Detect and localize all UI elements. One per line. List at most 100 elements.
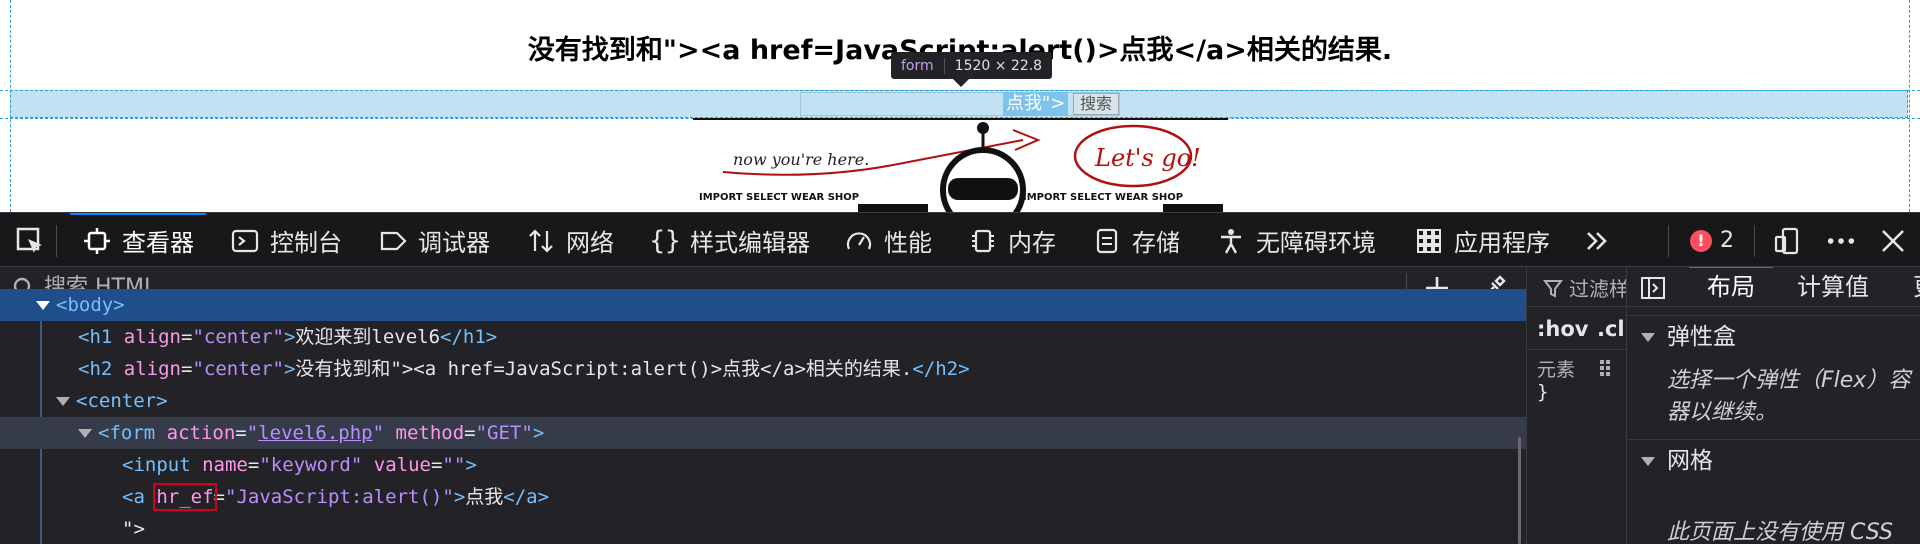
banner-note: now you're here. — [733, 150, 869, 169]
flexbox-section-header[interactable]: 弹性盒 — [1627, 315, 1920, 357]
devtools-menu-button[interactable] — [1826, 213, 1856, 268]
tab-style-editor[interactable]: {} 样式编辑器 — [649, 213, 810, 268]
filter-icon — [1543, 280, 1563, 298]
rules-view: 过滤样 :hov .cl 元素 } — [1526, 267, 1626, 544]
devtools-panel: 查看器 控制台 调试器 网络 {} 样式编辑器 性能 内存 存储 无障碍环境 应… — [0, 212, 1920, 544]
responsive-design-icon — [1772, 226, 1802, 256]
highlighter-tooltip: form 1520 × 22.8 — [891, 52, 1053, 79]
pick-element-button[interactable] — [14, 213, 46, 268]
close-devtools-button[interactable] — [1878, 213, 1908, 268]
element-rule-label: 元素 — [1537, 359, 1576, 381]
console-icon — [230, 226, 260, 256]
tab-performance[interactable]: 性能 — [844, 213, 932, 268]
tab-accessibility[interactable]: 无障碍环境 — [1216, 213, 1376, 268]
tab-label: 性能 — [884, 229, 932, 257]
tab-console[interactable]: 控制台 — [230, 213, 342, 268]
more-tools-button[interactable] — [1582, 213, 1612, 268]
chevron-double-right-icon — [1582, 226, 1612, 256]
tree-row-text[interactable]: "> — [0, 513, 1526, 544]
flexbox-note: 选择一个弹性（Flex）容器以继续。 — [1667, 368, 1911, 425]
banner-shop-right: IMPORT SELECT WEAR SHOP — [1023, 192, 1183, 203]
input-name: keyword — [270, 454, 351, 476]
vertical-scrollbar[interactable] — [1518, 437, 1521, 544]
rules-filter-bar: 过滤样 — [1527, 267, 1626, 307]
banner-illustration: now you're here. Let's go! IMPORT SELECT… — [699, 122, 1223, 212]
responsive-design-button[interactable] — [1772, 213, 1802, 268]
tab-computed[interactable]: 计算值 — [1797, 267, 1869, 307]
flexbox-title: 弹性盒 — [1667, 324, 1736, 350]
form-method: GET — [487, 422, 522, 444]
tab-layout[interactable]: 布局 — [1689, 267, 1773, 307]
center-tag: center — [87, 390, 157, 412]
tree-row-anchor[interactable]: <a hr_ef="JavaScript:alert()">点我</a> — [0, 481, 1526, 513]
h1-text: 欢迎来到level6 — [295, 326, 441, 348]
banner-shop-left: IMPORT SELECT WEAR SHOP — [699, 192, 859, 203]
tree-row-center[interactable]: <center> — [0, 385, 1526, 417]
tab-storage[interactable]: 存储 — [1092, 213, 1180, 268]
tree-row-form[interactable]: <form action="level6.php" method="GET"> — [0, 417, 1526, 449]
accessibility-icon — [1216, 226, 1246, 256]
performance-icon — [844, 226, 874, 256]
tab-memory[interactable]: 内存 — [968, 213, 1056, 268]
toggle-sidebar-icon[interactable] — [1641, 277, 1665, 299]
layout-sidebar: 布局 计算值 更 弹性盒 选择一个弹性（Flex）容器以继续。 网格 此页面上没… — [1626, 267, 1920, 544]
memory-icon — [968, 226, 998, 256]
network-icon — [526, 226, 556, 256]
page-viewport: 没有找到和"><a href=JavaScript:alert()>点我</a>… — [0, 0, 1920, 212]
tab-application[interactable]: 应用程序 — [1414, 213, 1550, 268]
rules-filter-placeholder[interactable]: 过滤样 — [1569, 273, 1626, 302]
toolbar-separator — [56, 225, 57, 257]
storage-icon — [1092, 226, 1122, 256]
pick-element-icon — [16, 227, 42, 253]
error-icon: ! — [1690, 229, 1712, 252]
divider — [1527, 349, 1626, 350]
grid-section-header[interactable]: 网格 — [1627, 439, 1920, 481]
sidebar-tabs: 布局 计算值 更 — [1627, 267, 1920, 307]
injected-link[interactable]: 点我"> — [1003, 92, 1069, 116]
tab-label: 调试器 — [418, 229, 490, 257]
toolbar-separator — [1754, 225, 1755, 257]
search-submit-button[interactable]: 搜索 — [1073, 93, 1120, 115]
rule-brace: } — [1537, 381, 1549, 403]
chevron-down-icon — [1641, 457, 1655, 466]
close-icon — [1878, 226, 1908, 256]
tree-row-h2[interactable]: <h2 align="center">没有找到和"><a href=JavaSc… — [0, 353, 1526, 385]
grid-note: 此页面上没有使用 CSS — [1667, 520, 1893, 544]
error-count: 2 — [1720, 228, 1734, 253]
tab-network[interactable]: 网络 — [526, 213, 614, 268]
tab-label: 样式编辑器 — [690, 229, 810, 257]
tab-debugger[interactable]: 调试器 — [378, 213, 490, 268]
tree-row-body[interactable]: <body> — [0, 289, 1526, 321]
highlighted-attribute: hr_ef — [153, 483, 217, 511]
tab-label: 无障碍环境 — [1256, 229, 1376, 257]
hov-toggle[interactable]: :hov — [1537, 317, 1588, 341]
tooltip-arrow — [953, 79, 969, 87]
form-action-link[interactable]: level6.php — [258, 422, 372, 444]
inspector-icon — [82, 226, 112, 256]
tree-row-input[interactable]: <input name="keyword" value=""> — [0, 449, 1526, 481]
devtools-toolbar: 查看器 控制台 调试器 网络 {} 样式编辑器 性能 内存 存储 无障碍环境 应… — [0, 212, 1920, 267]
tooltip-tag: form — [901, 57, 945, 74]
trailing-text: "> — [122, 518, 145, 540]
application-icon — [1414, 226, 1444, 256]
level-banner-image: now you're here. Let's go! IMPORT SELECT… — [693, 118, 1228, 212]
tab-label: 控制台 — [270, 229, 342, 257]
tab-inspector[interactable]: 查看器 — [70, 213, 206, 268]
chevron-down-icon — [1641, 333, 1655, 342]
tab-changes[interactable]: 更 — [1913, 267, 1920, 307]
more-icon — [1826, 226, 1856, 256]
banner-cta: Let's go! — [1094, 144, 1201, 172]
tab-label: 网络 — [566, 229, 614, 257]
tree-row-h1[interactable]: <h1 align="center">欢迎来到level6</h1> — [0, 321, 1526, 353]
grid-highlight-icon[interactable] — [1599, 359, 1617, 377]
debugger-icon — [378, 226, 408, 256]
tab-label: 内存 — [1008, 229, 1056, 257]
error-count-button[interactable]: ! 2 — [1690, 213, 1734, 268]
tab-label: 应用程序 — [1454, 229, 1550, 257]
cls-toggle[interactable]: .cl — [1597, 317, 1625, 341]
tooltip-size: 1520 × 22.8 — [954, 57, 1043, 74]
toolbar-separator — [1668, 225, 1669, 257]
anchor-attr-value: JavaScript:alert() — [236, 486, 443, 508]
keyword-input-outline[interactable] — [800, 92, 1120, 116]
grid-title: 网格 — [1667, 448, 1713, 474]
